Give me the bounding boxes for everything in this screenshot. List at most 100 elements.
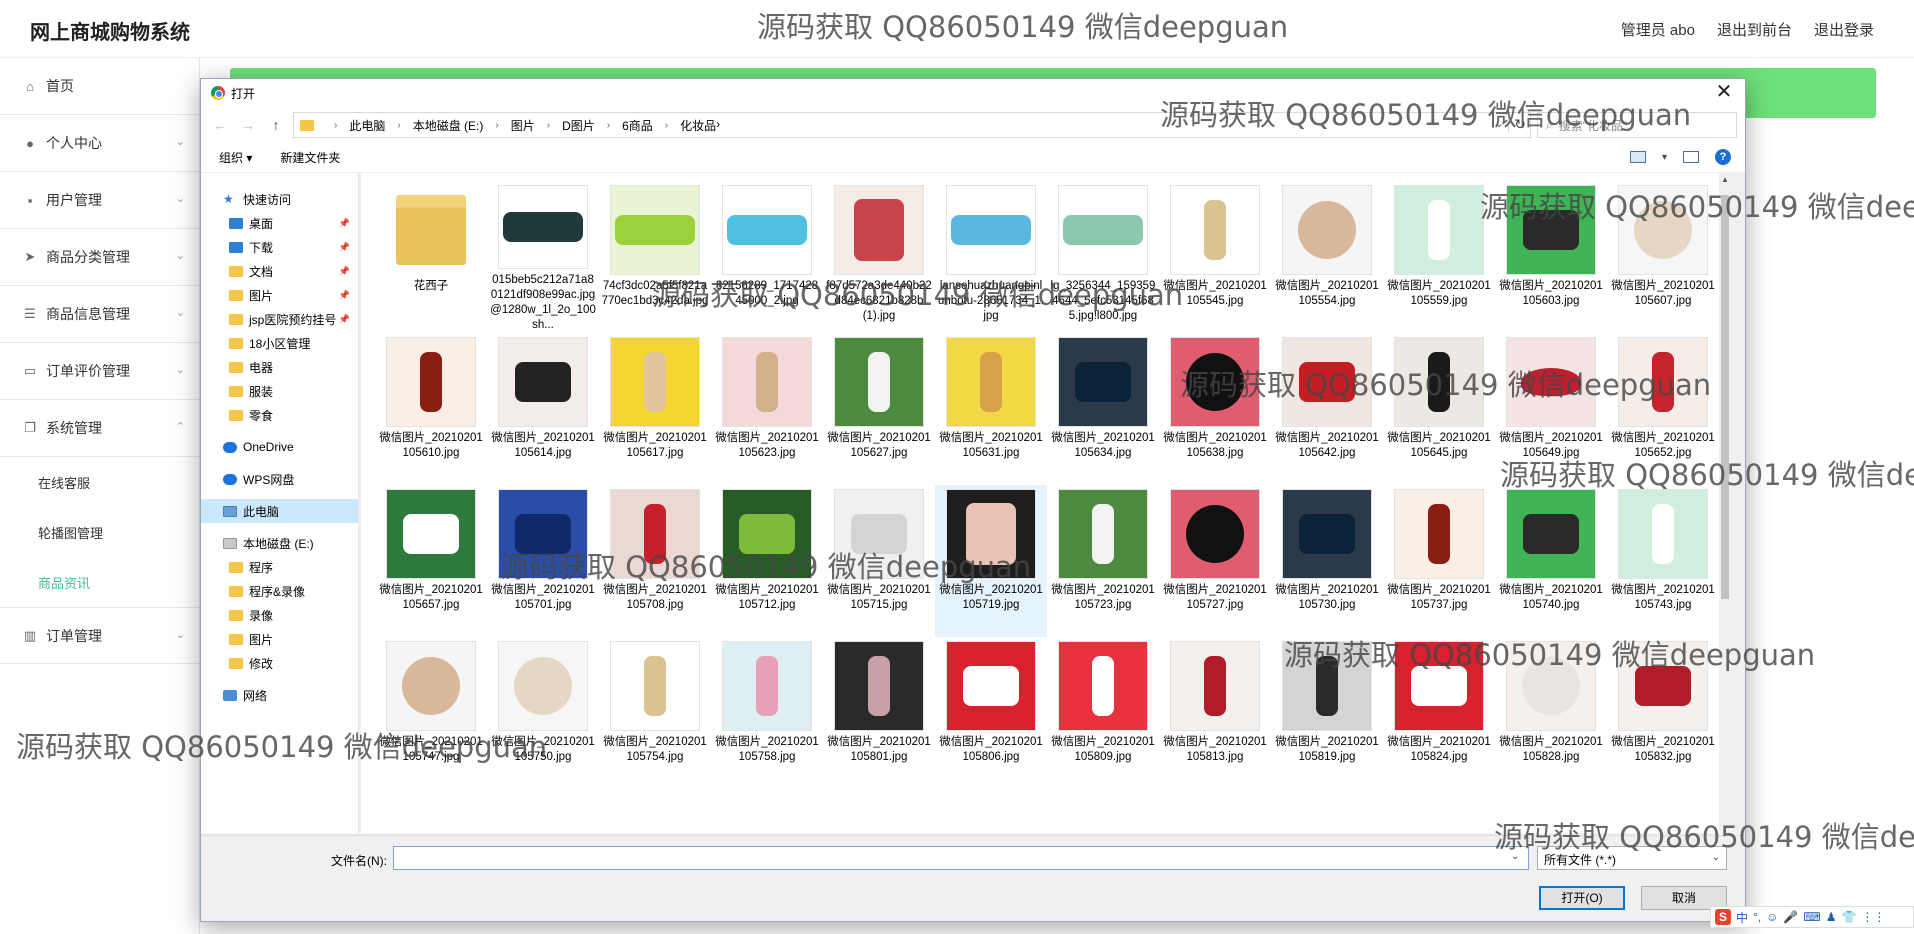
sidebar-item[interactable]: ⌂ 首页 (0, 58, 199, 115)
forward-button[interactable]: → (237, 117, 259, 133)
refresh-icon[interactable]: ↻ (1508, 116, 1526, 133)
breadcrumb-separator-icon[interactable]: › (495, 120, 498, 131)
nav-pane-item[interactable]: 桌面 📌 (201, 211, 358, 235)
ime-tray-item[interactable]: S (1715, 909, 1731, 925)
ime-tray-item[interactable]: ☺ (1766, 910, 1778, 924)
file-item[interactable]: 微信图片_20210201105828.jpg (1495, 637, 1607, 789)
file-item[interactable]: 微信图片_20210201105712.jpg (711, 485, 823, 637)
file-item[interactable]: 微信图片_20210201105743.jpg (1607, 485, 1719, 637)
file-item[interactable]: 微信图片_20210201105813.jpg (1159, 637, 1271, 789)
chevron-down-icon[interactable]: ⌄ (1495, 117, 1504, 130)
sidebar-item[interactable]: ● 个人中心 ⌄ (0, 115, 199, 172)
breadcrumb-separator-icon[interactable]: › (547, 120, 550, 131)
breadcrumb-item[interactable]: 化妆品 (680, 117, 716, 134)
file-item[interactable]: 微信图片_20210201105801.jpg (823, 637, 935, 789)
close-button[interactable]: ✕ (1709, 81, 1739, 105)
breadcrumb-separator-icon[interactable]: › (397, 120, 400, 131)
ime-tray-item[interactable]: ⌨ (1803, 910, 1820, 924)
file-item[interactable]: 微信图片_20210201105652.jpg (1607, 333, 1719, 485)
filename-dropdown-icon[interactable]: ⌄ (1511, 851, 1519, 862)
file-item[interactable]: 微信图片_20210201105809.jpg (1047, 637, 1159, 789)
file-item[interactable]: 微信图片_20210201105607.jpg (1607, 181, 1719, 333)
breadcrumb-item[interactable]: 图片 (511, 117, 535, 134)
back-button[interactable]: ← (209, 117, 231, 133)
file-item[interactable]: 微信图片_20210201105824.jpg (1383, 637, 1495, 789)
nav-pane-item[interactable]: 电器 (201, 355, 358, 379)
sidebar-item[interactable]: ▭ 订单评价管理 ⌄ (0, 343, 199, 400)
file-item[interactable]: 微信图片_20210201105730.jpg (1271, 485, 1383, 637)
nav-pane-item[interactable]: 程序&录像 (201, 579, 358, 603)
organize-button[interactable]: 组织 ▾ (219, 149, 252, 166)
nav-pane-item[interactable]: 下载 📌 (201, 235, 358, 259)
ime-toolbar[interactable]: S 中 °, ☺ 🎤 ⌨ ♟ 👕 ⋮⋮ (1710, 906, 1914, 928)
file-item[interactable]: 015beb5c212a71a80121df908e99ac.jpg@1280w… (487, 181, 599, 333)
address-bar[interactable]: › 此电脑 › 本地磁盘 (E:) › 图片 › D图片 › 6商品 › 化妆品 › ⌄ ↻ (293, 112, 1531, 138)
file-item[interactable]: 微信图片_20210201105747.jpg (375, 637, 487, 789)
file-item[interactable]: 微信图片_20210201105758.jpg (711, 637, 823, 789)
file-item[interactable]: 微信图片_20210201105645.jpg (1383, 333, 1495, 485)
filetype-select[interactable]: 所有文件 (*.*) ⌄ (1537, 846, 1727, 870)
file-item[interactable]: 微信图片_20210201105631.jpg (935, 333, 1047, 485)
help-icon[interactable]: ? (1715, 149, 1731, 165)
ime-tray-item[interactable]: 🎤 (1783, 910, 1798, 924)
dialog-titlebar[interactable]: 打开 ✕ (201, 79, 1745, 107)
sidebar-item[interactable]: ➤ 商品分类管理 ⌄ (0, 229, 199, 286)
breadcrumb-separator-icon[interactable]: › (665, 120, 668, 131)
back-to-front-link[interactable]: 退出到前台 (1717, 19, 1792, 40)
nav-pane-item[interactable]: 图片 📌 (201, 283, 358, 307)
nav-pane-item[interactable]: 录像 (201, 603, 358, 627)
breadcrumb-separator-icon[interactable]: › (607, 120, 610, 131)
file-item[interactable]: lansehuazhuangpinlunbotu-28651734_1.jpg (935, 181, 1047, 333)
file-item[interactable]: 微信图片_20210201105832.jpg (1607, 637, 1719, 789)
file-item[interactable]: 微信图片_20210201105715.jpg (823, 485, 935, 637)
sidebar-item[interactable]: ☰ 商品信息管理 ⌄ (0, 286, 199, 343)
file-item[interactable]: 微信图片_20210201105559.jpg (1383, 181, 1495, 333)
nav-pane-item[interactable]: 18小区管理 (201, 331, 358, 355)
file-item[interactable]: 微信图片_20210201105708.jpg (599, 485, 711, 637)
vertical-scrollbar[interactable]: ▲ (1719, 173, 1731, 833)
ime-tray-item[interactable]: 👕 (1841, 910, 1856, 924)
sidebar-item[interactable]: ▥ 订单管理 ⌄ (0, 607, 199, 664)
file-item[interactable]: 82156289_171742845000_2.jpg (711, 181, 823, 333)
nav-pane-item[interactable]: 修改 (201, 651, 358, 675)
nav-pane-item[interactable]: 本地磁盘 (E:) (201, 531, 358, 555)
file-item[interactable]: 微信图片_20210201105642.jpg (1271, 333, 1383, 485)
breadcrumb-separator-icon[interactable]: › (334, 120, 337, 131)
file-item[interactable]: 微信图片_20210201105737.jpg (1383, 485, 1495, 637)
view-mode-icon[interactable] (1629, 151, 1646, 163)
sidebar-subitem[interactable]: 轮播图管理 (0, 507, 199, 557)
file-item[interactable]: 微信图片_20210201105649.jpg (1495, 333, 1607, 485)
scrollbar-thumb[interactable] (1721, 195, 1729, 599)
file-item[interactable]: 微信图片_20210201105657.jpg (375, 485, 487, 637)
logout-link[interactable]: 退出登录 (1814, 19, 1874, 40)
file-item[interactable]: 微信图片_20210201105701.jpg (487, 485, 599, 637)
ime-tray-item[interactable]: ⋮⋮ (1861, 910, 1885, 924)
file-item[interactable]: 微信图片_20210201105638.jpg (1159, 333, 1271, 485)
sidebar-subitem[interactable]: 商品资讯 (0, 557, 199, 607)
file-item[interactable]: 花西子 (375, 181, 487, 333)
nav-pane-item[interactable]: 此电脑 (201, 499, 358, 523)
nav-pane-item[interactable]: 零食 (201, 403, 358, 427)
file-item[interactable]: 微信图片_20210201105727.jpg (1159, 485, 1271, 637)
search-input[interactable]: ⌕ 搜索"化妆品" (1537, 112, 1737, 138)
breadcrumb-item[interactable]: 本地磁盘 (E:) (413, 117, 484, 134)
file-item[interactable]: 微信图片_20210201105610.jpg (375, 333, 487, 485)
open-button[interactable]: 打开(O) (1539, 886, 1625, 910)
nav-pane-item[interactable]: 图片 (201, 627, 358, 651)
scroll-up-icon[interactable]: ▲ (1719, 175, 1731, 184)
file-item[interactable]: 微信图片_20210201105723.jpg (1047, 485, 1159, 637)
file-item[interactable]: 74cf3dc02a5f5f821a770ec1bd3c42da.jpg (599, 181, 711, 333)
file-item[interactable]: 微信图片_20210201105627.jpg (823, 333, 935, 485)
nav-pane-item[interactable]: jsp医院预约挂号 📌 (201, 307, 358, 331)
breadcrumb-item[interactable]: D图片 (562, 117, 595, 134)
breadcrumb-item[interactable]: 此电脑 (349, 117, 385, 134)
breadcrumb-item[interactable]: 6商品 (622, 117, 653, 134)
nav-pane-item[interactable]: WPS网盘 (201, 467, 358, 491)
file-item[interactable]: 微信图片_20210201105634.jpg (1047, 333, 1159, 485)
nav-pane-item[interactable]: 网络 (201, 683, 358, 707)
file-item[interactable]: 微信图片_20210201105554.jpg (1271, 181, 1383, 333)
view-dropdown-icon[interactable]: ▾ (1662, 152, 1667, 163)
nav-pane-item[interactable]: 文档 📌 (201, 259, 358, 283)
file-item[interactable]: 微信图片_20210201105750.jpg (487, 637, 599, 789)
file-item[interactable]: 微信图片_20210201105806.jpg (935, 637, 1047, 789)
